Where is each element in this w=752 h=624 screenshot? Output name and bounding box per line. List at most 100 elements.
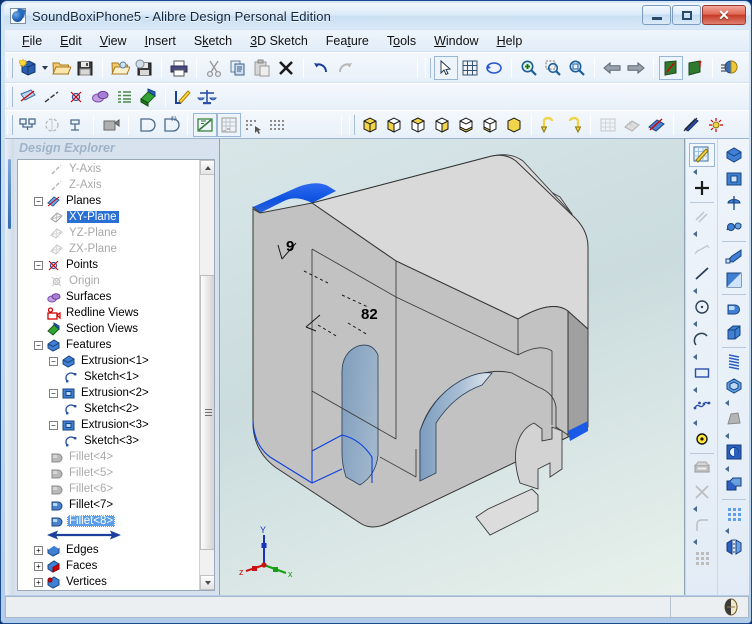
pattern-cursor-button[interactable] <box>241 113 265 137</box>
expand-expander[interactable]: + <box>34 545 43 555</box>
menu-3d-sketch[interactable]: 3D Sketch <box>241 32 317 50</box>
circle-tool-button[interactable] <box>689 295 715 319</box>
toolbar-grip[interactable] <box>7 87 13 107</box>
parallel-line-button[interactable] <box>689 205 715 229</box>
sketch-flyout-1[interactable] <box>689 167 715 176</box>
tree-item-features[interactable]: − Features <box>18 337 200 353</box>
tree-item-sketch-1[interactable]: Sketch<1> <box>18 369 200 385</box>
tree-item-faces[interactable]: + Faces <box>18 558 200 574</box>
sweep-button[interactable] <box>721 215 747 239</box>
tree-item-extrusion-1[interactable]: − Extrusion<1> <box>18 353 200 369</box>
sketch-flyout-2[interactable] <box>689 229 715 238</box>
menu-sketch[interactable]: Sketch <box>185 32 241 50</box>
zoom-window-button[interactable] <box>541 56 565 80</box>
rotate-ccw-button[interactable] <box>537 113 561 137</box>
sketch-flyout-7[interactable] <box>689 418 715 427</box>
tree-item-xy-plane[interactable]: XY-Plane <box>18 209 200 225</box>
paste-button[interactable] <box>250 56 274 80</box>
tree-item-extrusion-3[interactable]: − Extrusion<3> <box>18 417 200 433</box>
sketch-flyout-8[interactable] <box>689 504 715 513</box>
tree-item-origin[interactable]: Origin <box>18 273 200 289</box>
collapse-expander[interactable]: − <box>49 388 58 398</box>
copy-button[interactable] <box>226 56 250 80</box>
tree-item-z-axis[interactable]: Z-Axis <box>18 177 200 193</box>
arc-tool-button[interactable] <box>689 328 715 352</box>
collapse-expander[interactable]: − <box>49 356 58 366</box>
tree-item-redline-views[interactable]: Redline Views <box>18 305 200 321</box>
sketch-flyout-5[interactable] <box>689 352 715 361</box>
spline-tool-button[interactable] <box>689 394 715 418</box>
select-tool-button[interactable] <box>434 55 458 80</box>
tree-item-yz-plane[interactable]: YZ-Plane <box>18 225 200 241</box>
view-left-button[interactable] <box>502 113 526 137</box>
maximize-button[interactable] <box>672 5 701 25</box>
mirror-feature-button[interactable] <box>721 535 747 559</box>
tree-item-fillet-8[interactable]: Fillet<8> <box>18 513 200 529</box>
view-bottom-button[interactable] <box>478 113 502 137</box>
sketch-spline-button[interactable] <box>88 85 112 109</box>
line-tool-button[interactable] <box>689 262 715 286</box>
view-top-button[interactable] <box>406 113 430 137</box>
hole-button[interactable] <box>721 440 747 464</box>
tree-item-fillet-6[interactable]: Fillet<6> <box>18 481 200 497</box>
collapse-expander[interactable]: − <box>49 420 58 430</box>
hidden-line-button[interactable] <box>620 113 644 137</box>
explorer-splitter[interactable] <box>5 139 14 595</box>
tree-item-zx-plane[interactable]: ZX-Plane <box>18 241 200 257</box>
sketch-line-button[interactable] <box>40 85 64 109</box>
tree-item-fillet-5[interactable]: Fillet<5> <box>18 465 200 481</box>
loft-cut-button[interactable] <box>721 268 747 292</box>
collapse-expander[interactable]: − <box>34 260 43 270</box>
sketch-point-button[interactable] <box>64 85 88 109</box>
toolbar-grip[interactable] <box>7 57 13 78</box>
delete-button[interactable] <box>274 56 298 80</box>
sketch-list-button[interactable] <box>112 85 136 109</box>
wireframe-button[interactable] <box>596 113 620 137</box>
close-button[interactable]: ✕ <box>702 5 746 25</box>
figure-tool-button[interactable] <box>689 456 715 480</box>
tree-item-extrusion-2[interactable]: − Extrusion<2> <box>18 385 200 401</box>
pattern-grid-button[interactable] <box>265 113 289 137</box>
view-front-button[interactable] <box>382 113 406 137</box>
tree-item-section-views[interactable]: Section Views <box>18 321 200 337</box>
ellipse-tool-button[interactable] <box>689 427 715 451</box>
redo-button[interactable] <box>333 56 357 80</box>
feature-flyout-3[interactable] <box>721 464 747 473</box>
minimize-button[interactable] <box>642 5 671 25</box>
rotate-view-button[interactable] <box>482 56 506 80</box>
extrude-cut-button[interactable] <box>721 167 747 191</box>
new-part-dropdown[interactable] <box>40 56 49 80</box>
show-hide-button[interactable] <box>16 113 40 137</box>
new-part-button[interactable] <box>16 56 40 80</box>
zoom-in-button[interactable] <box>517 56 541 80</box>
previous-view-button[interactable] <box>600 56 624 80</box>
save-to-repository-button[interactable] <box>132 56 156 80</box>
reference-line-button[interactable] <box>689 238 715 262</box>
chamfer-button[interactable] <box>721 321 747 345</box>
tree-item-planes[interactable]: − Planes <box>18 193 200 209</box>
rotate-cw-button[interactable] <box>561 113 585 137</box>
physical-properties-button[interactable] <box>195 85 219 109</box>
shaded-button[interactable] <box>644 113 668 137</box>
save-button[interactable] <box>73 56 97 80</box>
loft-button[interactable] <box>721 244 747 268</box>
thread-button[interactable] <box>721 350 747 374</box>
tree-item-vertices[interactable]: + Vertices <box>18 574 200 590</box>
grid-toggle-button[interactable] <box>458 56 482 80</box>
pattern-feature-button[interactable] <box>721 502 747 526</box>
tree-item-y-axis[interactable]: Y-Axis <box>18 161 200 177</box>
light-source-button[interactable] <box>703 113 727 137</box>
draft-button[interactable] <box>158 113 182 137</box>
cut-button[interactable] <box>202 56 226 80</box>
toolbar-grip[interactable] <box>349 114 355 135</box>
sketch-flyout-3[interactable] <box>689 286 715 295</box>
fillet-button[interactable] <box>721 297 747 321</box>
menu-help[interactable]: Help <box>488 32 532 50</box>
array-tool-button[interactable] <box>689 546 715 570</box>
view-iso-button[interactable] <box>358 113 382 137</box>
tree-item-fillet-7[interactable]: Fillet<7> <box>18 497 200 513</box>
zoom-fit-button[interactable] <box>565 56 589 80</box>
explorer-scrollbar[interactable] <box>199 160 214 590</box>
rollback-bar[interactable] <box>18 529 200 542</box>
sketch-flyout-9[interactable] <box>689 537 715 546</box>
